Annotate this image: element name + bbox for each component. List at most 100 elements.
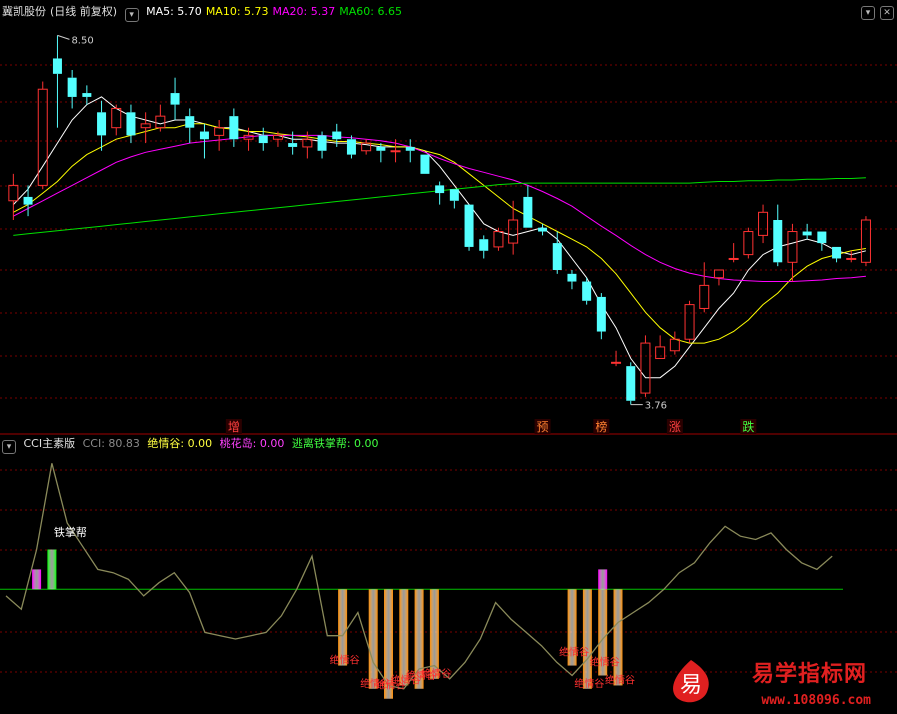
candle <box>435 181 445 205</box>
bottom-tag: 增 <box>228 420 240 434</box>
candle-body <box>538 227 548 232</box>
jqg-bar <box>368 589 378 689</box>
bottom-tag: 涨 <box>669 419 681 434</box>
ma-line-ma5 <box>12 96 867 379</box>
candle-body <box>860 219 871 263</box>
candle-body <box>669 338 680 352</box>
candle-body <box>552 243 562 270</box>
candle-body <box>713 269 724 279</box>
bottom-tag: 预 <box>537 420 549 434</box>
candle-body <box>214 127 225 136</box>
candle <box>817 231 827 251</box>
stock-name: 冀凯股份 <box>2 5 46 18</box>
candle-body <box>508 219 519 244</box>
sub-title: CCI主素版 <box>23 437 76 450</box>
candle-body <box>8 184 19 202</box>
candle <box>479 235 489 259</box>
candle-body <box>523 196 533 228</box>
ma-label: MA10: 5.73 <box>205 5 269 18</box>
watermark-logo-char: 易 <box>680 673 702 698</box>
candle-body <box>846 257 857 260</box>
candle-body <box>126 112 136 136</box>
jqg-value: 绝情谷: 0.00 <box>147 437 213 450</box>
dropdown-icon[interactable]: ▾ <box>124 8 139 22</box>
candle-body <box>611 361 622 364</box>
candle-body <box>288 143 298 147</box>
candle-body <box>640 342 651 394</box>
watermark-url: www.108096.com <box>761 693 871 708</box>
candle-body <box>787 231 798 263</box>
jqg-label: 绝情谷 <box>605 673 635 686</box>
candle <box>787 223 798 282</box>
candle <box>37 81 48 190</box>
candle <box>728 243 739 263</box>
jqg-label: 绝情谷 <box>330 654 360 667</box>
candle <box>493 227 504 251</box>
candle <box>8 173 19 220</box>
sub-header: ▾ CCI主素版 CCI: 80.83 绝情谷: 0.00 桃花岛: 0.00 … <box>2 435 383 454</box>
cci-value: CCI: 80.83 <box>82 437 140 450</box>
candle <box>346 135 356 159</box>
candle <box>596 293 606 340</box>
candle-body <box>185 116 195 128</box>
ma-label: MA20: 5.37 <box>272 5 336 18</box>
candle <box>111 104 122 136</box>
candle-body <box>111 107 122 129</box>
candle <box>523 185 533 228</box>
jqg-label: 绝情谷 <box>421 667 451 680</box>
candle-body <box>82 93 92 97</box>
candle <box>170 77 180 120</box>
candle <box>361 139 372 155</box>
jqg-label: 绝情谷 <box>590 656 620 669</box>
thd-bar <box>598 569 608 590</box>
candle-body <box>758 211 769 236</box>
candle <box>860 216 871 267</box>
candle-body <box>67 77 77 97</box>
candle <box>582 277 592 305</box>
bottom-tag: 榜 <box>595 419 607 434</box>
candle <box>126 104 136 144</box>
dropdown-icon[interactable]: ▾ <box>2 440 16 454</box>
ma-label: MA5: 5.70 <box>146 5 202 18</box>
main-header: 冀凯股份 (日线 前复权) ▾ MA5: 5.70 MA10: 5.73 MA20: … <box>2 3 410 22</box>
candle <box>758 204 769 244</box>
settings-icon[interactable]: ▾ <box>861 6 875 20</box>
candle-body <box>479 239 489 251</box>
candle <box>214 120 225 151</box>
thd-bar <box>32 569 42 590</box>
chart-stage: 8.503.76增预榜涨跌 铁掌帮绝情谷绝情谷绝情谷绝情谷绝情谷绝情谷绝情谷绝情… <box>0 34 897 699</box>
candle <box>317 131 327 159</box>
candle-body <box>332 131 342 140</box>
high-label: 8.50 <box>71 35 93 46</box>
ma-line-ma10 <box>13 123 866 344</box>
candle-body <box>582 281 592 301</box>
candle-body <box>23 196 33 205</box>
candle <box>773 204 783 267</box>
candle-body <box>655 346 666 359</box>
candle <box>508 200 519 255</box>
candle <box>832 246 842 263</box>
candle <box>97 100 107 151</box>
candle-body <box>596 296 606 332</box>
jqg-bar <box>582 589 592 689</box>
candle <box>713 269 724 286</box>
candle <box>552 231 562 274</box>
candle-body <box>802 231 812 236</box>
close-icon[interactable]: ✕ <box>880 6 894 20</box>
candle <box>626 362 636 405</box>
candle-body <box>390 150 401 153</box>
main-price-plot[interactable]: 8.50 3.76 增 预 榜 涨 跌 <box>8 34 871 434</box>
candle <box>464 204 474 251</box>
candle <box>449 189 459 209</box>
bottom-tag: 跌 <box>742 419 754 434</box>
thd-value: 桃花岛: 0.00 <box>219 437 285 450</box>
tlz-value: 逃离铁掌帮: 0.00 <box>291 437 379 450</box>
candle <box>684 300 695 344</box>
candle <box>669 331 680 355</box>
tiezhangbang-label: 铁掌帮 <box>54 525 87 539</box>
candle-body <box>229 116 239 140</box>
candle <box>52 35 62 128</box>
jqg-label: 绝情谷 <box>574 677 604 690</box>
candle-body <box>376 146 386 151</box>
candle-body <box>302 138 313 148</box>
